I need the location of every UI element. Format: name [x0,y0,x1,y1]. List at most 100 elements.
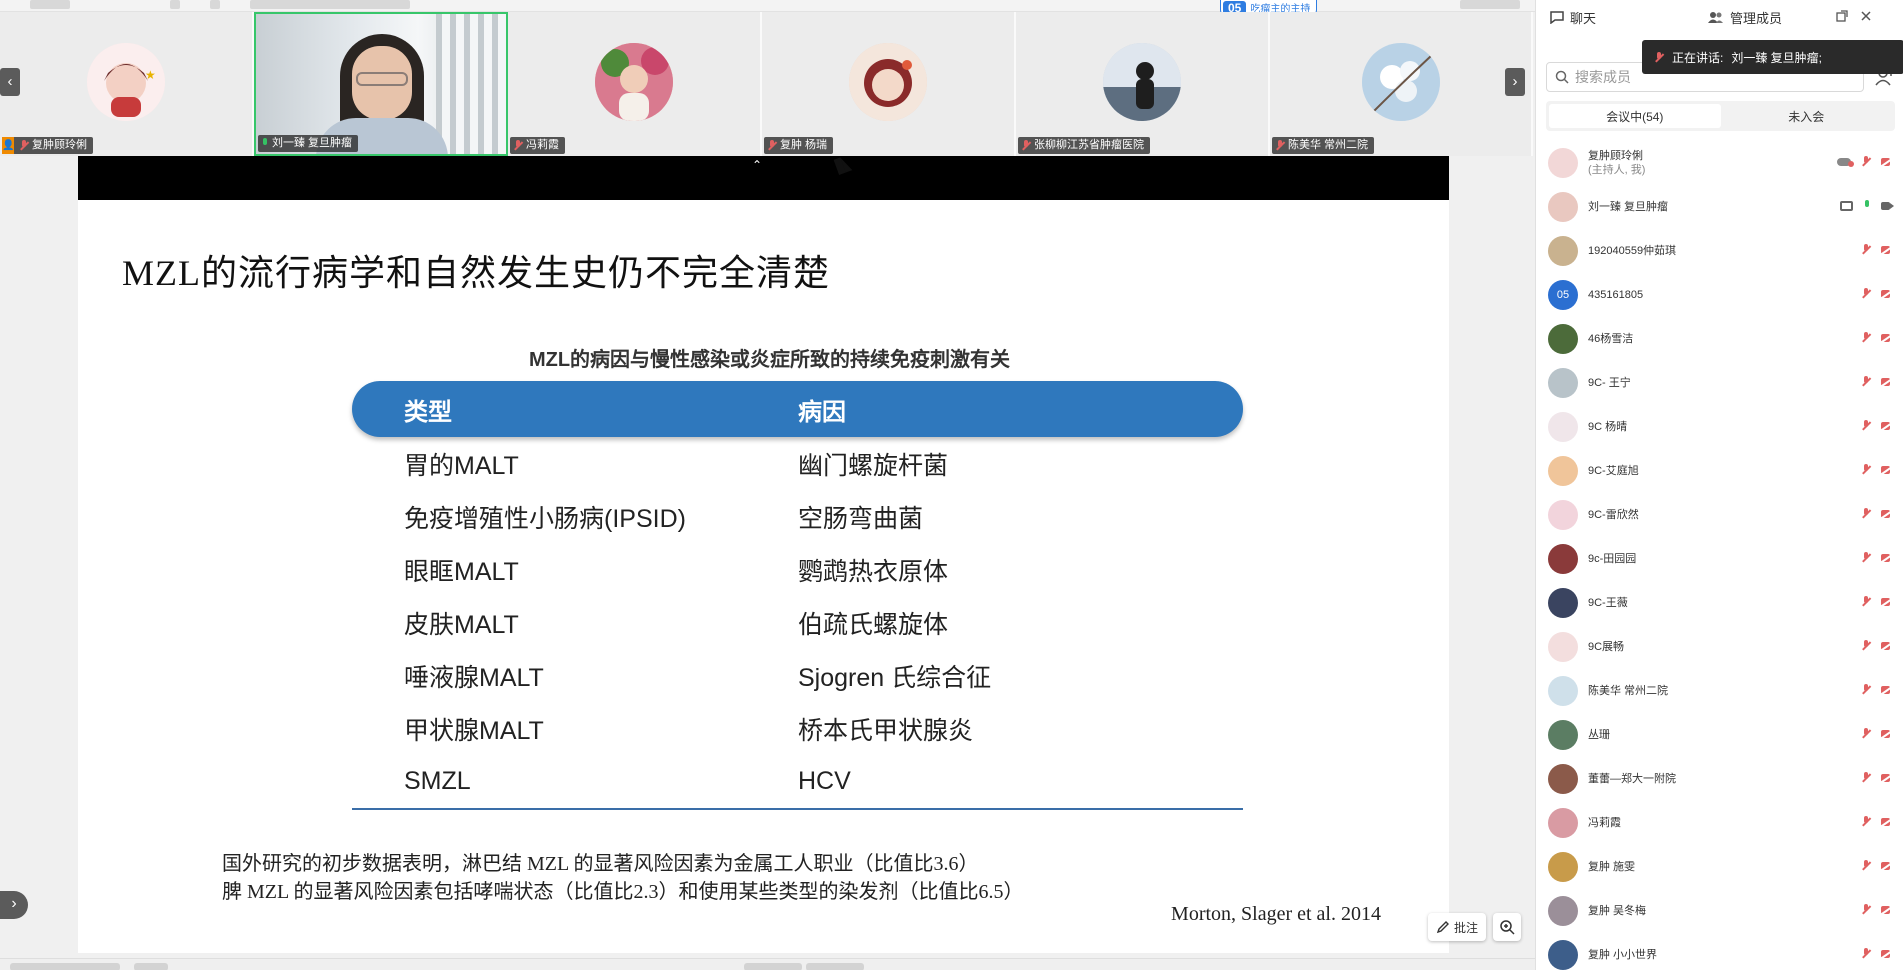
avatar [1548,368,1578,398]
member-status-icons [1861,288,1894,299]
member-status-icons [1861,640,1894,651]
camera-off-icon[interactable] [1881,685,1894,694]
camera-off-icon[interactable] [1881,729,1894,738]
toolbar-chip[interactable] [210,0,220,9]
mic-off-icon[interactable] [1861,332,1871,343]
member-row[interactable]: 复肿 吴冬梅 [1536,889,1903,933]
camera-off-icon[interactable] [1881,553,1894,562]
participant-name: 刘一臻 复旦肿瘤 [272,137,353,149]
mic-off-icon[interactable] [1861,904,1871,915]
mic-off-icon[interactable] [1861,376,1871,387]
member-row[interactable]: 董蕾—郑大一附院 [1536,757,1903,801]
mic-off-icon[interactable] [1861,860,1871,871]
camera-on-icon[interactable] [1881,201,1894,210]
type-cell: 甲状腺MALT [404,716,544,745]
annotate-button[interactable]: 批注 [1428,913,1487,941]
camera-off-icon[interactable] [1881,861,1894,870]
mic-off-icon[interactable] [1861,640,1871,651]
member-row[interactable]: 192040559仲茹琪 [1536,229,1903,273]
camera-off-icon[interactable] [1881,773,1894,782]
filter-not-joined[interactable]: 未入会 [1721,104,1893,128]
camera-off-icon[interactable] [1881,465,1894,474]
camera-off-icon[interactable] [1881,509,1894,518]
member-row[interactable]: 冯莉霞 [1536,801,1903,845]
camera-off-icon[interactable] [1881,377,1894,386]
close-icon[interactable] [1860,10,1872,22]
mic-off-icon[interactable] [1861,464,1871,475]
member-status-icons [1861,684,1894,695]
mic-off-icon[interactable] [1861,684,1871,695]
toolbar-chip[interactable] [250,0,410,9]
popout-icon[interactable] [1836,10,1848,22]
strip-prev-button[interactable]: ‹ [0,68,20,96]
participant-tile[interactable]: 冯莉霞 [508,12,762,156]
member-row[interactable]: 9C-王薇 [1536,581,1903,625]
member-row[interactable]: 9C-雷欣然 [1536,493,1903,537]
member-name: 435161805 [1588,289,1644,301]
filter-in-meeting[interactable]: 会议中(54) [1549,104,1721,128]
avatar [1548,588,1578,618]
side-toggle-button[interactable]: › [0,891,28,919]
strip-next-button[interactable]: › [1505,68,1525,96]
mic-off-icon[interactable] [1861,508,1871,519]
member-row[interactable]: 复肿 施雯 [1536,845,1903,889]
member-row[interactable]: 9C 杨晴 [1536,405,1903,449]
member-row[interactable]: 46杨雪洁 [1536,317,1903,361]
participant-video [256,14,506,154]
camera-off-icon[interactable] [1881,949,1894,958]
camera-off-icon[interactable] [1881,597,1894,606]
member-row[interactable]: 9c-田园园 [1536,537,1903,581]
mic-off-icon[interactable] [1861,288,1871,299]
toolbar-chip[interactable] [134,963,168,970]
member-row[interactable]: 9C展畅 [1536,625,1903,669]
member-status-icons [1861,596,1894,607]
camera-off-icon[interactable] [1881,641,1894,650]
camera-off-icon[interactable] [1881,157,1894,166]
participant-tile[interactable]: ★ 👤 复肿顾玲俐 [0,12,254,156]
mic-off-icon[interactable] [1861,244,1871,255]
zoom-button[interactable] [1493,913,1521,941]
mic-off-icon[interactable] [1861,948,1871,959]
member-row[interactable]: 9C- 王宁 [1536,361,1903,405]
camera-off-icon[interactable] [1881,289,1894,298]
toolbar-chip[interactable] [10,963,120,970]
toolbar-chip[interactable] [170,0,180,9]
toolbar-chip[interactable] [806,963,864,970]
member-name-block: 9C-雷欣然 [1588,508,1639,522]
member-row[interactable]: 9C-艾庭旭 [1536,449,1903,493]
participant-tile[interactable]: 复肿 杨瑞 [762,12,1016,156]
toolbar-chip[interactable] [744,963,802,970]
camera-off-icon[interactable] [1881,421,1894,430]
camera-off-icon[interactable] [1881,905,1894,914]
participant-tile-active[interactable]: 刘一臻 复旦肿瘤 [254,12,508,156]
avatar [1548,412,1578,442]
member-row[interactable]: 复肿 小小世界 [1536,933,1903,970]
participant-tile[interactable]: 陈美华 常州二院 [1270,12,1533,156]
participant-tile[interactable]: 张柳柳江苏省肿瘤医院 [1016,12,1270,156]
mic-off-icon[interactable] [1861,816,1871,827]
tab-manage-members[interactable]: 管理成员 [1708,8,1782,27]
camera-off-icon[interactable] [1881,245,1894,254]
member-row[interactable]: 丛珊 [1536,713,1903,757]
toolbar-chip[interactable] [1460,0,1520,9]
mic-off-icon[interactable] [1861,552,1871,563]
toolbar-chip[interactable] [30,0,70,9]
camera-off-icon[interactable] [1881,817,1894,826]
member-row[interactable]: 05 435161805 [1536,273,1903,317]
mic-off-icon[interactable] [1861,156,1871,167]
collapse-strip-button[interactable]: ⌃ [752,158,762,172]
mic-off-icon[interactable] [1861,420,1871,431]
member-row[interactable]: 复肿顾玲俐 (主持人, 我) [1536,141,1903,185]
mic-off-icon[interactable] [1861,596,1871,607]
mic-off-icon[interactable] [1861,728,1871,739]
camera-off-icon[interactable] [1881,333,1894,342]
tab-chat[interactable]: 聊天 [1550,8,1596,27]
member-row[interactable]: 刘一臻 复旦肿瘤 [1536,185,1903,229]
member-name-block: 董蕾—郑大一附院 [1588,772,1676,786]
avatar [849,43,927,121]
speaking-prefix: 正在讲话: [1672,50,1724,65]
mic-off-icon[interactable] [1861,772,1871,783]
mic-on-icon[interactable] [1863,200,1871,211]
member-row[interactable]: 陈美华 常州二院 [1536,669,1903,713]
slide-note: 脾 MZL 的显著风险因素包括哮喘状态（比值比2.3）和使用某些类型的染发剂（比… [222,881,1024,903]
